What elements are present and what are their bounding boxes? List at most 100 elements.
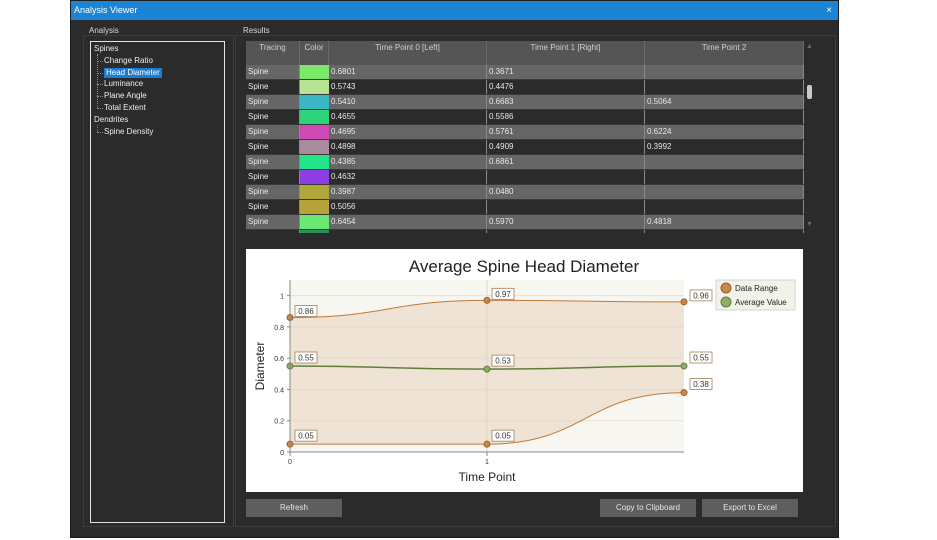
cell-time-point-2: 0.5064 (645, 95, 804, 109)
tree-connector (97, 131, 103, 133)
cell-time-point-1 (487, 200, 645, 214)
color-swatch (300, 95, 329, 109)
y-tick-label: 0.4 (274, 387, 284, 394)
header-time-point-0[interactable]: Time Point 0 [Left] (329, 41, 487, 65)
copy-to-clipboard-button[interactable]: Copy to Clipboard (600, 499, 696, 517)
cell-time-point-1: 0.6861 (487, 155, 645, 169)
tree-item-dendrites[interactable]: Dendrites (94, 115, 128, 125)
legend-marker-average-value (720, 296, 732, 308)
legend-label-average-value: Average Value (735, 298, 787, 307)
cell-tracing: Spine (246, 200, 300, 214)
cell-time-point-0: 0.4632 (329, 170, 487, 184)
y-tick-label: 1 (280, 294, 284, 301)
cell-time-point-1: 0.4476 (487, 80, 645, 94)
average-point (680, 362, 688, 370)
label-lower-1: 0.05 (495, 432, 511, 441)
cell-time-point-1: 0.6683 (487, 95, 645, 109)
cell-time-point-2: 0.4818 (645, 215, 804, 229)
scroll-up-icon[interactable]: ▲ (806, 43, 813, 50)
tree-connector (97, 124, 98, 132)
y-axis-label: Diameter (253, 342, 267, 391)
analysis-tree[interactable]: Spines Change Ratio Head Diameter Luminance… (90, 41, 225, 523)
cell-tracing: Spine (246, 140, 300, 154)
tree-connector (97, 108, 103, 109)
tree-item-change-ratio[interactable]: Change Ratio (104, 56, 153, 66)
cell-time-point-1: 0.0480 (487, 185, 645, 199)
legend-marker-data-range (720, 282, 732, 294)
export-to-excel-button[interactable]: Export to Excel (702, 499, 798, 517)
tree-item-luminance[interactable]: Luminance (104, 79, 143, 89)
analysis-group-label: Analysis (89, 26, 119, 35)
title-bar: Analysis Viewer × (71, 1, 838, 20)
cell-time-point-0: 0.5743 (329, 80, 487, 94)
header-time-point-2[interactable]: Time Point 2 (645, 41, 804, 65)
lower-point (483, 440, 491, 448)
tree-item-total-extent[interactable]: Total Extent (104, 103, 146, 113)
chart-svg: Average Spine Head Diameter 0.86 0.05 0.55 0… (253, 257, 796, 484)
scroll-thumb[interactable] (807, 85, 812, 99)
table-row[interactable]: Spine (246, 230, 804, 233)
y-tick-label: 0.8 (274, 325, 284, 332)
tree-item-head-diameter[interactable]: Head Diameter (104, 67, 162, 78)
cell-time-point-2 (645, 185, 804, 199)
cell-time-point-1: 0.4909 (487, 140, 645, 154)
cell-tracing: Spine (246, 185, 300, 199)
results-scrollbar[interactable]: ▲ ▼ (804, 41, 816, 233)
tree-item-plane-angle[interactable]: Plane Angle (104, 91, 147, 101)
color-swatch (300, 125, 329, 139)
tree-item-spines[interactable]: Spines (94, 44, 118, 54)
cell-time-point-2 (645, 80, 804, 94)
table-row[interactable]: Spine 0.5410 0.6683 0.5064 (246, 95, 804, 110)
color-swatch (300, 110, 329, 124)
table-row[interactable]: Spine 0.6454 0.5970 0.4818 (246, 215, 804, 230)
refresh-button[interactable]: Refresh (246, 499, 342, 517)
cell-tracing: Spine (246, 215, 300, 229)
color-swatch (300, 200, 329, 214)
label-average-2: 0.55 (693, 354, 709, 363)
label-upper-1: 0.97 (495, 290, 511, 299)
cell-time-point-1: 0.3671 (487, 65, 645, 79)
x-tick-label: 0 (288, 459, 292, 466)
results-table[interactable]: Tracing Color Time Point 0 [Left] Time Poin… (246, 41, 804, 233)
close-icon[interactable]: × (826, 1, 832, 20)
chart-panel: Average Spine Head Diameter 0.86 0.05 0.55 0… (246, 249, 803, 492)
cell-time-point-1 (487, 230, 645, 233)
upper-point (680, 298, 688, 306)
table-row[interactable]: Spine 0.4632 (246, 170, 804, 185)
header-time-point-1[interactable]: Time Point 1 [Right] (487, 41, 645, 65)
y-tick-label: 0 (280, 450, 284, 457)
table-row[interactable]: Spine 0.3987 0.0480 (246, 185, 804, 200)
table-row[interactable]: Spine 0.4695 0.5761 0.6224 (246, 125, 804, 140)
tree-item-spine-density[interactable]: Spine Density (104, 127, 153, 137)
cell-time-point-0: 0.4655 (329, 110, 487, 124)
table-row[interactable]: Spine 0.4655 0.5586 (246, 110, 804, 125)
results-group-label: Results (243, 26, 270, 35)
upper-point (483, 296, 491, 304)
cell-time-point-2 (645, 110, 804, 124)
scroll-down-icon[interactable]: ▼ (806, 221, 813, 228)
color-swatch (300, 215, 329, 229)
table-row[interactable]: Spine 0.4385 0.6861 (246, 155, 804, 170)
table-row[interactable]: Spine 0.5743 0.4476 (246, 80, 804, 95)
label-upper-2: 0.96 (693, 291, 709, 300)
cell-tracing: Spine (246, 170, 300, 184)
cell-tracing: Spine (246, 80, 300, 94)
cell-time-point-0: 0.6454 (329, 215, 487, 229)
cell-tracing: Spine (246, 95, 300, 109)
cell-time-point-1: 0.5761 (487, 125, 645, 139)
cell-time-point-1: 0.5586 (487, 110, 645, 124)
cell-time-point-2: 0.3992 (645, 140, 804, 154)
analysis-viewer-window: Analysis Viewer × Analysis Spines Change … (70, 0, 839, 538)
y-tick-label: 0.2 (274, 419, 284, 426)
cell-time-point-2 (645, 170, 804, 184)
cell-time-point-0: 0.5410 (329, 95, 487, 109)
table-row[interactable]: Spine 0.5056 (246, 200, 804, 215)
header-color[interactable]: Color (300, 41, 329, 65)
table-row[interactable]: Spine 0.6801 0.3671 (246, 65, 804, 80)
cell-time-point-0: 0.5056 (329, 200, 487, 214)
cell-time-point-1 (487, 170, 645, 184)
table-row[interactable]: Spine 0.4898 0.4909 0.3992 (246, 140, 804, 155)
header-tracing[interactable]: Tracing (246, 41, 300, 65)
color-swatch (300, 155, 329, 169)
cell-tracing: Spine (246, 125, 300, 139)
